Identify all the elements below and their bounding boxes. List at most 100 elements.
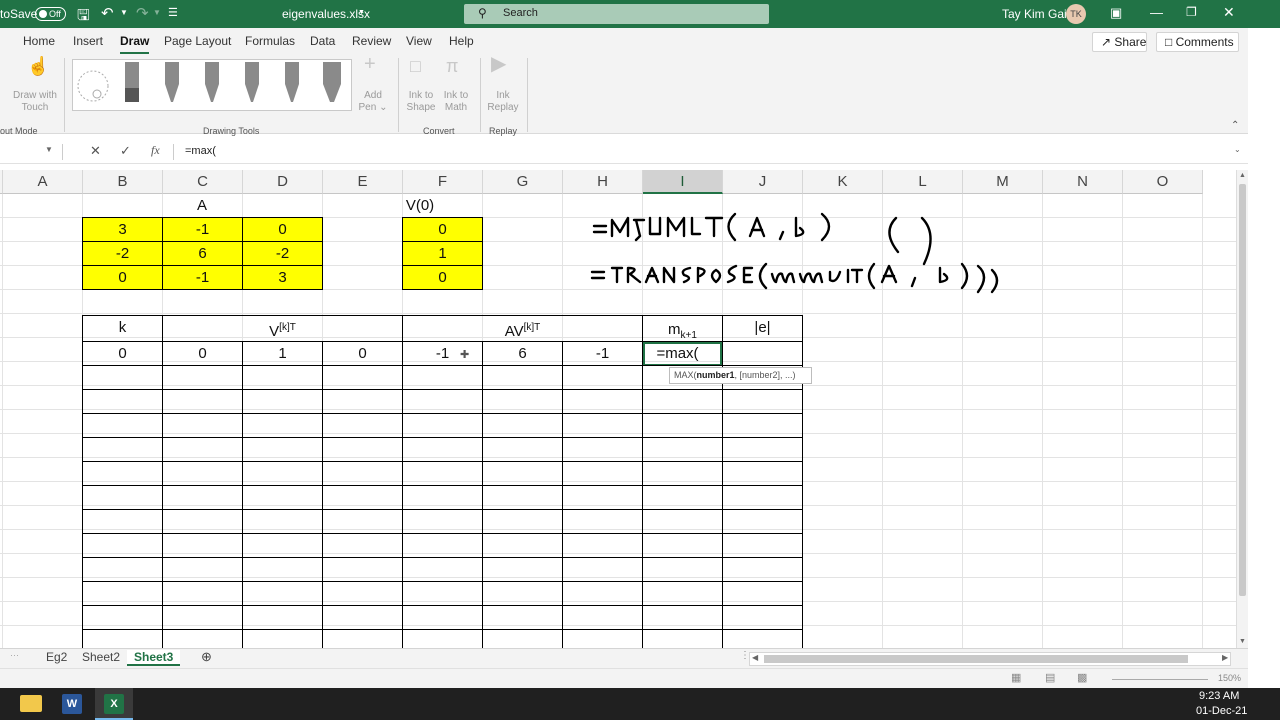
add-sheet-icon[interactable]: ⊕ xyxy=(201,649,212,665)
column-header-b[interactable]: B xyxy=(83,170,163,194)
tab-draw[interactable]: Draw xyxy=(120,34,150,54)
column-header-d[interactable]: D xyxy=(243,170,323,194)
clock-time[interactable]: 9:23 AM xyxy=(1199,690,1239,702)
search-box[interactable]: ⚲ Search xyxy=(464,4,769,24)
sheet-tab-sheet2[interactable]: Sheet2 xyxy=(82,650,120,664)
customize-qat-icon[interactable]: ☰ xyxy=(168,6,178,19)
minimize-icon[interactable]: — xyxy=(1150,5,1163,20)
clock-date[interactable]: 01-Dec-21 xyxy=(1196,705,1247,717)
page-layout-view-icon[interactable]: ▤ xyxy=(1045,671,1055,684)
table-cell[interactable]: -1 xyxy=(563,342,642,366)
close-icon[interactable]: ✕ xyxy=(1223,4,1235,21)
expand-formula-bar-icon[interactable]: ⌄ xyxy=(1234,145,1241,154)
prev-sheet-icon[interactable]: ⋯ xyxy=(10,650,19,661)
scroll-down-icon[interactable]: ▼ xyxy=(1239,638,1246,645)
pen-gallery[interactable] xyxy=(72,59,352,111)
ribbon-display-icon[interactable]: ▣ xyxy=(1110,5,1122,21)
column-header-m[interactable]: M xyxy=(963,170,1043,194)
function-tooltip[interactable]: MAX(number1, [number2], ...) xyxy=(669,367,812,384)
zoom-level[interactable]: 150% xyxy=(1218,673,1241,683)
file-name[interactable]: eigenvalues.xlsx xyxy=(282,7,370,21)
scroll-right-icon[interactable]: ▶ xyxy=(1222,653,1228,662)
add-pen-button[interactable]: Add Pen ⌄ xyxy=(357,90,389,114)
worksheet[interactable]: ABCDEFGHIJKLMNO A V(0) 3 -1 0 -2 6 -2 0 … xyxy=(0,170,1236,648)
word-icon[interactable]: W xyxy=(62,694,82,714)
draw-with-touch-button[interactable]: Draw with Touch xyxy=(10,90,60,114)
matrix-a-cell[interactable]: 0 xyxy=(243,218,322,242)
column-header-j[interactable]: J xyxy=(723,170,803,194)
column-header-i[interactable]: I xyxy=(643,170,723,194)
tab-page-layout[interactable]: Page Layout xyxy=(164,34,231,48)
scroll-up-icon[interactable]: ▲ xyxy=(1239,172,1246,179)
file-name-dropdown-icon[interactable]: ▼ xyxy=(358,9,365,16)
tab-view[interactable]: View xyxy=(406,34,432,48)
vector-v0-cell[interactable]: 1 xyxy=(403,242,482,266)
column-header-o[interactable]: O xyxy=(1123,170,1203,194)
autosave-toggle[interactable]: Off xyxy=(35,7,66,21)
horizontal-scrollbar[interactable]: ◀ ▶ xyxy=(749,652,1231,666)
active-cell-editor[interactable]: =max( xyxy=(643,342,722,366)
table-cell[interactable]: 0 xyxy=(83,342,162,366)
redo-dropdown-icon[interactable]: ▼ xyxy=(153,8,161,17)
column-header-c[interactable]: C xyxy=(163,170,243,194)
tab-review[interactable]: Review xyxy=(352,34,391,48)
page-break-view-icon[interactable]: ▩ xyxy=(1077,671,1087,684)
tab-help[interactable]: Help xyxy=(449,34,474,48)
tab-insert[interactable]: Insert xyxy=(73,34,103,48)
user-name[interactable]: Tay Kim Gaik xyxy=(1002,7,1073,21)
undo-dropdown-icon[interactable]: ▼ xyxy=(120,8,128,17)
normal-view-icon[interactable]: ▦ xyxy=(1011,671,1021,684)
name-box-dropdown-icon[interactable]: ▼ xyxy=(45,145,53,154)
undo-icon[interactable]: ↶ xyxy=(101,4,114,22)
matrix-a-cell[interactable]: 6 xyxy=(163,242,242,266)
matrix-a-cell[interactable]: 3 xyxy=(83,218,162,242)
column-header-n[interactable]: N xyxy=(1043,170,1123,194)
zoom-slider[interactable] xyxy=(1112,679,1208,680)
ink-to-shape-button[interactable]: Ink to Shape xyxy=(403,90,439,114)
vector-v0-cell[interactable]: 0 xyxy=(403,218,482,242)
share-button[interactable]: ↗ Share xyxy=(1092,32,1147,52)
cancel-icon[interactable]: ✕ xyxy=(90,143,101,159)
table-cell[interactable]: 6 xyxy=(483,342,562,366)
vertical-scrollbar[interactable]: ▲ ▼ xyxy=(1236,170,1248,650)
file-explorer-icon[interactable] xyxy=(20,695,42,712)
matrix-a-cell[interactable]: -2 xyxy=(83,242,162,266)
ink-replay-button[interactable]: Ink Replay xyxy=(486,90,520,114)
ink-to-math-button[interactable]: Ink to Math xyxy=(440,90,472,114)
tab-home[interactable]: Home xyxy=(23,34,55,48)
sheet-tab-sheet3[interactable]: Sheet3 xyxy=(127,650,181,666)
column-header-g[interactable]: G xyxy=(483,170,563,194)
column-header-l[interactable]: L xyxy=(883,170,963,194)
matrix-a-cell[interactable]: -2 xyxy=(243,242,322,266)
table-cell[interactable]: 0 xyxy=(323,342,402,366)
restore-icon[interactable]: ❐ xyxy=(1186,5,1197,19)
comments-button[interactable]: □ Comments xyxy=(1156,32,1239,52)
insert-function-icon[interactable]: fx xyxy=(151,143,160,158)
scroll-thumb[interactable] xyxy=(1239,184,1246,596)
collapse-ribbon-icon[interactable]: ⌃ xyxy=(1231,120,1239,132)
column-header-e[interactable]: E xyxy=(323,170,403,194)
table-cell[interactable]: -1 xyxy=(403,342,482,366)
table-cell[interactable]: 0 xyxy=(163,342,242,366)
avatar[interactable]: TK xyxy=(1066,4,1086,24)
hscroll-thumb[interactable] xyxy=(764,655,1188,663)
column-header-h[interactable]: H xyxy=(563,170,643,194)
sheet-tab-eg2[interactable]: Eg2 xyxy=(46,650,67,664)
excel-taskbar-item[interactable]: X xyxy=(95,688,133,720)
matrix-a-cell[interactable]: 0 xyxy=(83,266,162,290)
table-cell[interactable]: 1 xyxy=(243,342,322,366)
column-header-f[interactable]: F xyxy=(403,170,483,194)
matrix-a-cell[interactable]: -1 xyxy=(163,266,242,290)
formula-input[interactable]: =max( xyxy=(185,145,216,157)
matrix-a-cell[interactable]: -1 xyxy=(163,218,242,242)
enter-icon[interactable]: ✓ xyxy=(120,143,131,159)
vector-v0-cell[interactable]: 0 xyxy=(403,266,482,290)
tab-formulas[interactable]: Formulas xyxy=(245,34,295,48)
save-icon[interactable]: 🖫 xyxy=(77,5,90,30)
scroll-left-icon[interactable]: ◀ xyxy=(752,653,758,662)
column-header-a[interactable]: A xyxy=(3,170,83,194)
redo-icon[interactable]: ↷ xyxy=(136,4,149,22)
tab-data[interactable]: Data xyxy=(310,34,335,48)
column-header-k[interactable]: K xyxy=(803,170,883,194)
matrix-a-cell[interactable]: 3 xyxy=(243,266,322,290)
